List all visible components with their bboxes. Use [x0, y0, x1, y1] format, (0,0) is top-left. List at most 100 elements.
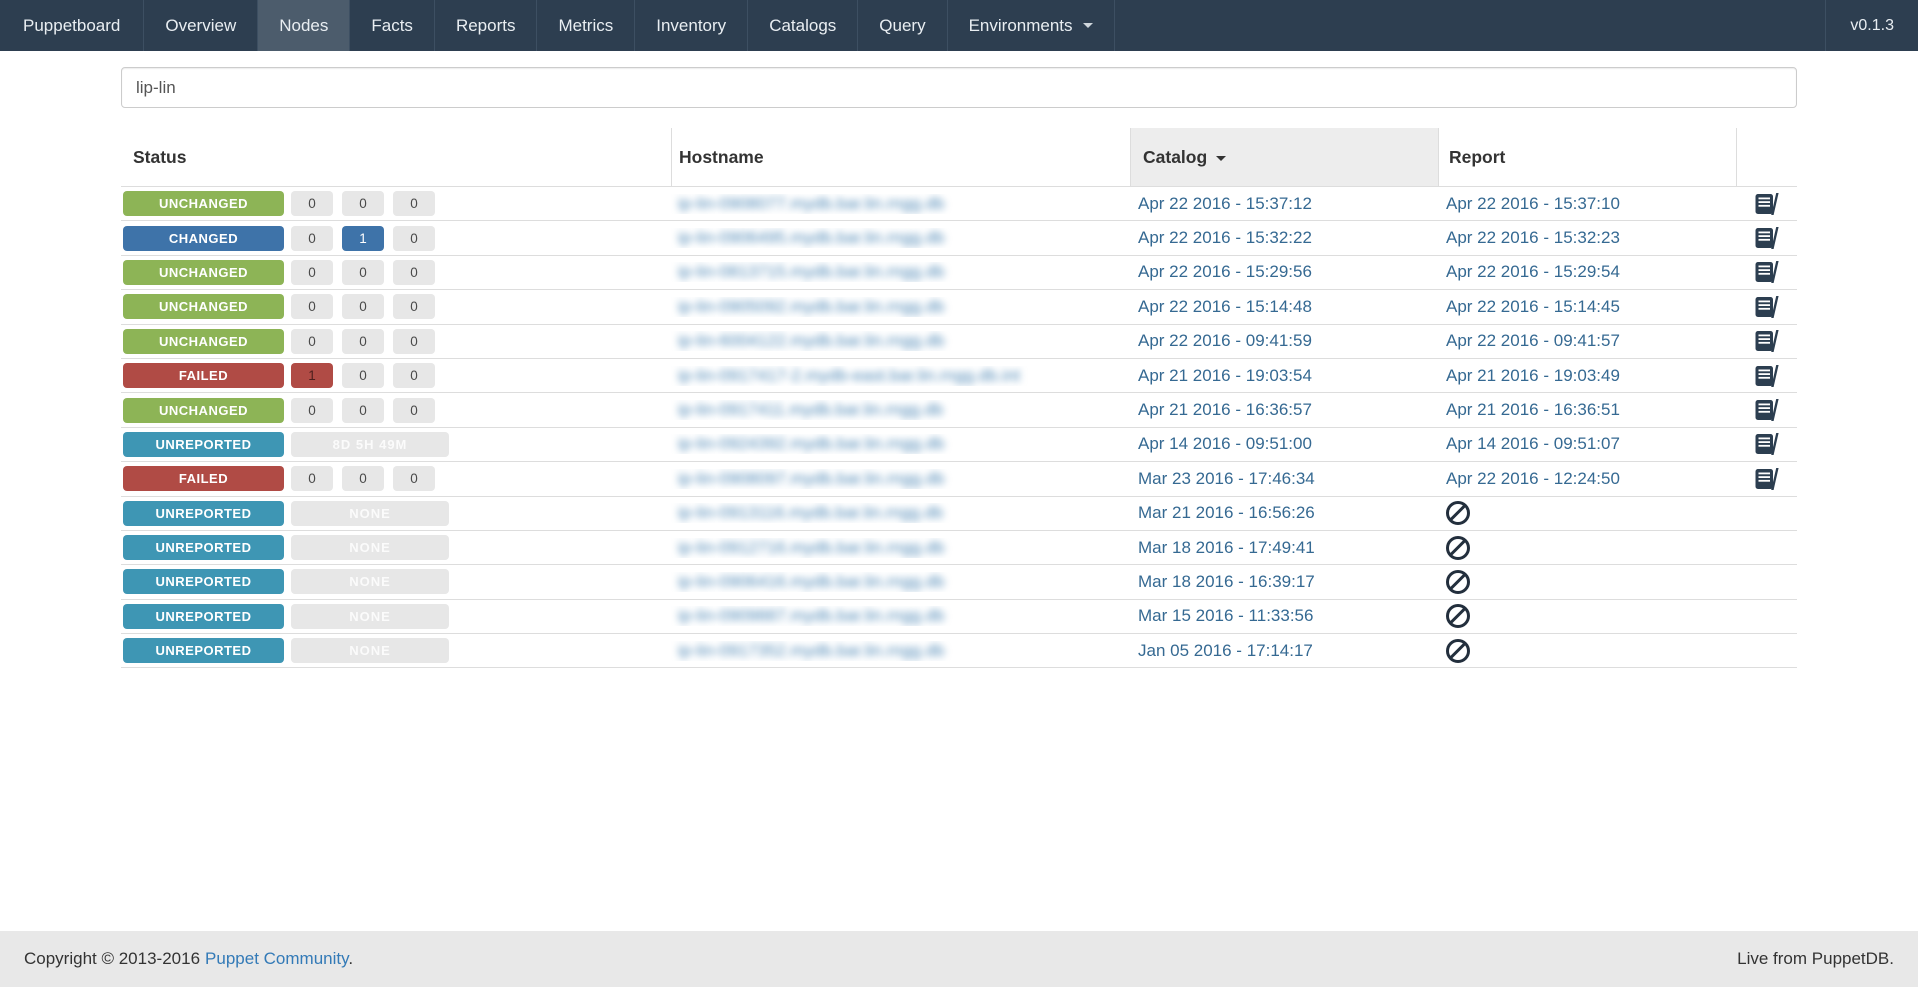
hostname-link[interactable]: ip-lin-6004122.mydb.bar.lin.rngg.db: [678, 331, 945, 351]
report-action-cell: [1736, 399, 1797, 422]
column-header-status[interactable]: Status: [121, 128, 671, 186]
report-cell: Apr 22 2016 - 15:37:10: [1438, 194, 1736, 214]
report-book-icon[interactable]: [1755, 399, 1779, 422]
catalog-timestamp-link[interactable]: Apr 22 2016 - 15:29:56: [1138, 262, 1312, 282]
nav-item-facts[interactable]: Facts: [349, 0, 434, 51]
hostname-link[interactable]: ip-lin-0909887.mydb.bar.lin.rngg.db: [678, 606, 945, 626]
nav-item-nodes[interactable]: Nodes: [257, 0, 350, 51]
hostname-link[interactable]: ip-lin-0908077.mydb.bar.lin.rngg.db: [678, 194, 945, 214]
report-cell: Apr 21 2016 - 19:03:49: [1438, 366, 1736, 386]
report-counters: 000: [291, 397, 435, 423]
hostname-cell: ip-lin-0813715.mydb.bar.lin.rngg.db: [671, 262, 1130, 282]
report-book-icon[interactable]: [1755, 295, 1779, 318]
report-counter: 1: [291, 363, 333, 389]
hostname-cell: ip-lin-0917352.mydb.bar.lin.rngg.db: [671, 641, 1130, 661]
sort-desc-caret-icon: [1216, 155, 1227, 161]
status-badge: UNREPORTED: [123, 569, 284, 595]
report-book-icon[interactable]: [1755, 192, 1779, 215]
catalog-timestamp-link[interactable]: Mar 18 2016 - 17:49:41: [1138, 538, 1315, 558]
nav-item-environments[interactable]: Environments: [946, 0, 1115, 51]
nav-item-catalogs[interactable]: Catalogs: [747, 0, 857, 51]
puppet-community-link[interactable]: Puppet Community: [205, 949, 348, 968]
table-row: UNREPORTED 8D 5H 49M ip-lin-0924392.mydb.b…: [121, 428, 1797, 463]
report-counter: 0: [342, 259, 384, 285]
version-label[interactable]: v0.1.3: [1825, 0, 1918, 51]
hostname-link[interactable]: ip-lin-0917352.mydb.bar.lin.rngg.db: [678, 641, 945, 661]
report-book-icon[interactable]: [1755, 261, 1779, 284]
table-row: UNREPORTED NONE ip-lin-0917352.mydb.bar.li…: [121, 634, 1797, 669]
node-search-input[interactable]: [121, 67, 1797, 108]
report-timestamp-link[interactable]: Apr 22 2016 - 15:37:10: [1446, 194, 1620, 214]
catalog-timestamp-link[interactable]: Mar 15 2016 - 11:33:56: [1138, 606, 1313, 626]
report-timestamp-link[interactable]: Apr 21 2016 - 19:03:49: [1446, 366, 1620, 386]
hostname-link[interactable]: ip-lin-0917417-2.mydb-east.bar.lin.rngg.…: [678, 366, 1020, 386]
catalog-timestamp-link[interactable]: Apr 22 2016 - 15:32:22: [1138, 228, 1312, 248]
report-timestamp-link[interactable]: Apr 21 2016 - 16:36:51: [1446, 400, 1620, 420]
report-cell: [1438, 638, 1736, 663]
status-cell: UNCHANGED 0 0 0: [121, 191, 671, 217]
report-counter: 0: [291, 397, 333, 423]
no-report-icon: [1446, 501, 1470, 526]
report-timestamp-link[interactable]: Apr 22 2016 - 15:32:23: [1446, 228, 1620, 248]
report-counter: 0: [393, 191, 435, 217]
hostname-cell: ip-lin-0908077.mydb.bar.lin.rngg.db: [671, 194, 1130, 214]
report-timestamp-link[interactable]: Apr 14 2016 - 09:51:07: [1446, 434, 1620, 454]
catalog-timestamp-link[interactable]: Mar 18 2016 - 16:39:17: [1138, 572, 1315, 592]
catalog-timestamp-link[interactable]: Apr 14 2016 - 09:51:00: [1138, 434, 1312, 454]
catalog-timestamp-link[interactable]: Apr 22 2016 - 15:37:12: [1138, 194, 1312, 214]
report-counter: 0: [342, 466, 384, 492]
report-book-icon[interactable]: [1755, 227, 1779, 250]
nav-item-inventory[interactable]: Inventory: [634, 0, 747, 51]
report-action-cell: [1736, 192, 1797, 215]
report-cell: Apr 21 2016 - 16:36:51: [1438, 400, 1736, 420]
report-cell: [1438, 535, 1736, 560]
catalog-timestamp-link[interactable]: Apr 21 2016 - 16:36:57: [1138, 400, 1312, 420]
nav-item-reports[interactable]: Reports: [433, 0, 537, 51]
column-header-catalog[interactable]: Catalog: [1130, 128, 1438, 186]
hostname-link[interactable]: ip-lin-0908097.mydb.bar.lin.rngg.db: [678, 469, 945, 489]
catalog-timestamp-link[interactable]: Apr 21 2016 - 19:03:54: [1138, 366, 1312, 386]
hostname-link[interactable]: ip-lin-0905092.mydb.bar.lin.rngg.db: [678, 297, 945, 317]
catalog-timestamp-link[interactable]: Mar 23 2016 - 17:46:34: [1138, 469, 1315, 489]
report-timestamp-link[interactable]: Apr 22 2016 - 12:24:50: [1446, 469, 1620, 489]
catalog-timestamp-link[interactable]: Apr 22 2016 - 09:41:59: [1138, 331, 1312, 351]
report-cell: Apr 22 2016 - 15:14:45: [1438, 297, 1736, 317]
unreported-duration-label: NONE: [291, 569, 449, 595]
hostname-cell: ip-lin-0917411.mydb.bar.lin.rngg.db: [671, 400, 1130, 420]
brand-link[interactable]: Puppetboard: [0, 0, 143, 51]
status-badge: UNCHANGED: [123, 259, 284, 285]
report-timestamp-link[interactable]: Apr 22 2016 - 15:29:54: [1446, 262, 1620, 282]
report-timestamp-link[interactable]: Apr 22 2016 - 15:14:45: [1446, 297, 1620, 317]
status-badge: UNREPORTED: [123, 638, 284, 664]
report-counter: 0: [393, 466, 435, 492]
nav-item-metrics[interactable]: Metrics: [536, 0, 634, 51]
status-badge: UNCHANGED: [123, 191, 284, 217]
report-book-icon[interactable]: [1755, 330, 1779, 353]
status-badge: UNCHANGED: [123, 328, 284, 354]
status-cell: UNREPORTED NONE: [121, 500, 671, 526]
hostname-link[interactable]: ip-lin-0912716.mydb.bar.lin.rngg.db: [678, 538, 945, 558]
column-header-report[interactable]: Report: [1438, 128, 1736, 186]
hostname-link[interactable]: ip-lin-0924392.mydb.bar.lin.rngg.db: [678, 434, 945, 454]
hostname-link[interactable]: ip-lin-0813715.mydb.bar.lin.rngg.db: [678, 262, 945, 282]
report-book-icon[interactable]: [1755, 433, 1779, 456]
hostname-link[interactable]: ip-lin-0917411.mydb.bar.lin.rngg.db: [678, 400, 943, 420]
report-timestamp-link[interactable]: Apr 22 2016 - 09:41:57: [1446, 331, 1620, 351]
nav-item-query[interactable]: Query: [857, 0, 946, 51]
catalog-timestamp-link[interactable]: Jan 05 2016 - 17:14:17: [1138, 641, 1313, 661]
status-badge: CHANGED: [123, 225, 284, 251]
nodes-table: Status Hostname Catalog Report UNCHANGED…: [121, 128, 1797, 669]
table-row: FAILED 0 0 0 ip-lin-0908097.mydb.bar.lin.rng…: [121, 462, 1797, 497]
nav-item-overview[interactable]: Overview: [143, 0, 257, 51]
catalog-timestamp-link[interactable]: Mar 21 2016 - 16:56:26: [1138, 503, 1315, 523]
hostname-link[interactable]: ip-lin-0906495.mydb.bar.lin.rngg.db: [678, 228, 945, 248]
hostname-link[interactable]: ip-lin-0906416.mydb.bar.lin.rngg.db: [678, 572, 945, 592]
report-book-icon[interactable]: [1755, 467, 1779, 490]
footer: Copyright © 2013-2016 Puppet Community. L…: [0, 931, 1918, 987]
column-header-hostname[interactable]: Hostname: [671, 128, 1130, 186]
status-cell: UNREPORTED NONE: [121, 638, 671, 664]
hostname-link[interactable]: ip-lin-0913116.mydb.bar.lin.rngg.db: [678, 503, 943, 523]
report-book-icon[interactable]: [1755, 364, 1779, 387]
table-row: UNCHANGED 0 0 0 ip-lin-0813715.mydb.bar.lin.…: [121, 256, 1797, 291]
catalog-timestamp-link[interactable]: Apr 22 2016 - 15:14:48: [1138, 297, 1312, 317]
